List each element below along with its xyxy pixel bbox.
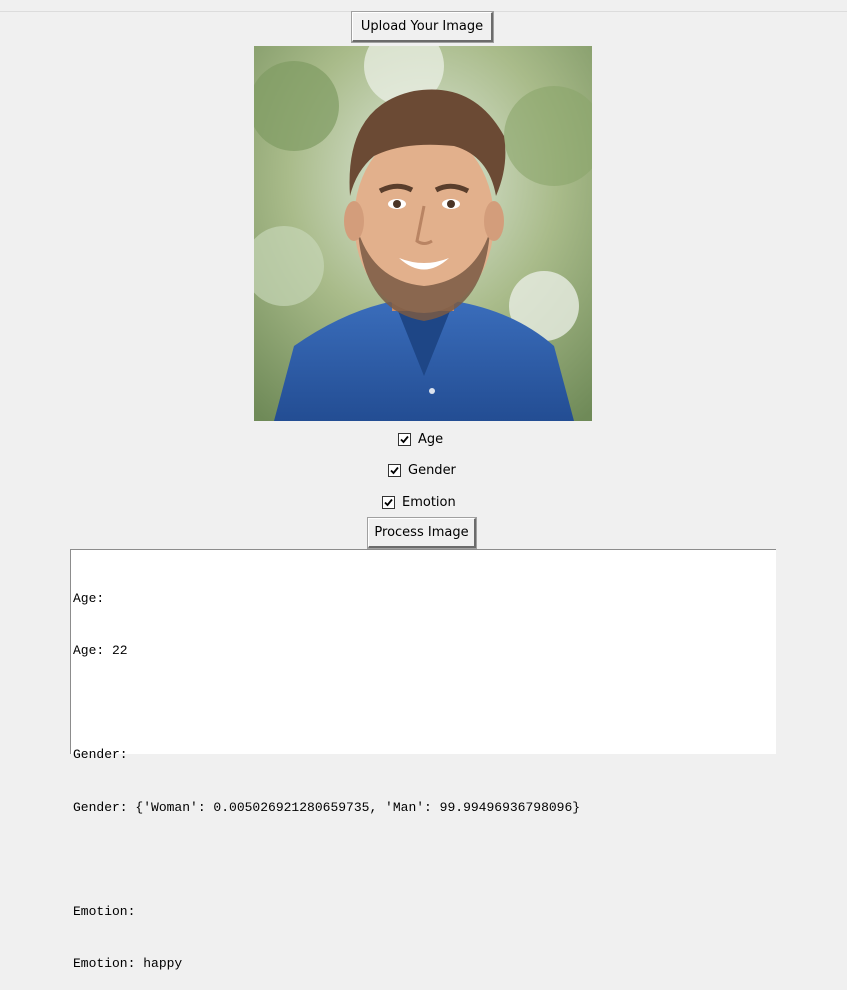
- gender-checkbox[interactable]: [388, 463, 401, 477]
- emotion-checkbox[interactable]: [382, 495, 395, 509]
- gender-checkbox-label: Gender: [408, 462, 456, 478]
- output-line: Age:: [73, 590, 105, 606]
- uploaded-image: [254, 46, 592, 421]
- gender-checkbox-row[interactable]: Gender: [388, 460, 456, 480]
- output-line: Emotion:: [73, 904, 136, 920]
- emotion-checkbox-row[interactable]: Emotion: [382, 492, 456, 512]
- output-line: Emotion: happy: [73, 956, 183, 972]
- process-image-button[interactable]: Process Image: [367, 517, 477, 549]
- results-text-area[interactable]: Age: Age: 22 Gender: Gender: {'Woman': 0…: [70, 549, 776, 971]
- emotion-checkbox-label: Emotion: [402, 494, 456, 510]
- age-checkbox[interactable]: [398, 432, 411, 446]
- checkmark-icon: [390, 466, 399, 474]
- output-line: Gender:: [73, 747, 128, 763]
- age-checkbox-label: Age: [418, 431, 444, 447]
- window-top-border: [0, 0, 847, 12]
- output-line: Gender: {'Woman': 0.005026921280659735, …: [73, 799, 581, 815]
- upload-image-button[interactable]: Upload Your Image: [351, 11, 494, 43]
- checkmark-icon: [384, 498, 393, 506]
- age-checkbox-row[interactable]: Age: [398, 429, 443, 449]
- checkmark-icon: [400, 435, 409, 443]
- output-line: Age: 22: [73, 643, 128, 659]
